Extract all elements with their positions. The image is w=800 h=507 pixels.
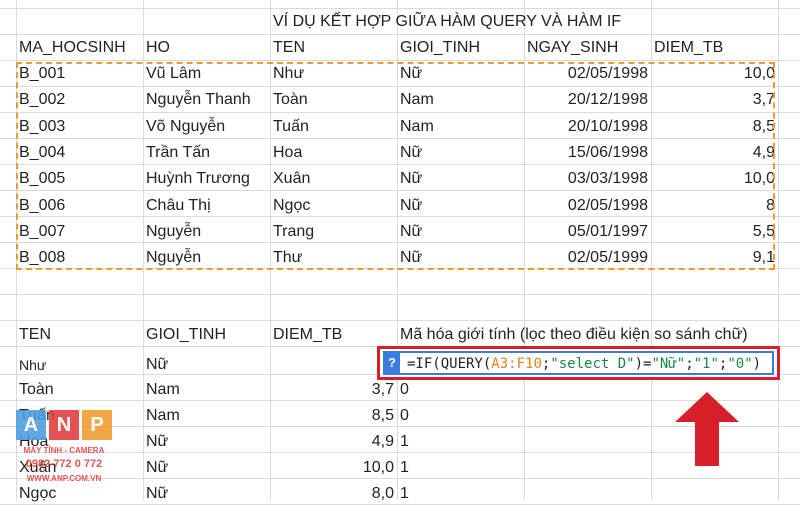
data-cell[interactable]: 15/06/1998 bbox=[524, 140, 651, 166]
data-cell[interactable]: B_006 bbox=[16, 193, 143, 219]
second-data-cell[interactable]: 3,7 bbox=[270, 377, 397, 403]
data-cell[interactable]: Nguyễn bbox=[143, 245, 270, 271]
second-data-cell[interactable]: Nữ bbox=[143, 481, 270, 507]
data-cell[interactable]: Nữ bbox=[397, 219, 524, 245]
header-cell[interactable]: GIOI_TINH bbox=[397, 35, 524, 61]
second-data-cell[interactable]: Như bbox=[16, 352, 143, 378]
header-cell[interactable]: DIEM_TB bbox=[651, 35, 778, 61]
second-data-cell[interactable]: 4,9 bbox=[270, 429, 397, 455]
second-data-cell[interactable]: Nữ bbox=[143, 429, 270, 455]
data-cell[interactable]: 5,5 bbox=[651, 219, 778, 245]
logo-letter-n: N bbox=[49, 410, 79, 440]
data-cell[interactable]: B_008 bbox=[16, 245, 143, 271]
data-cell[interactable]: Xuân bbox=[270, 166, 397, 192]
header-cell[interactable]: NGAY_SINH bbox=[524, 35, 651, 61]
data-cell[interactable]: Nữ bbox=[397, 166, 524, 192]
second-data-cell[interactable]: 8,0 bbox=[270, 481, 397, 507]
data-cell[interactable]: Châu Thị bbox=[143, 193, 270, 219]
second-header-cell[interactable]: DIEM_TB bbox=[270, 322, 397, 348]
data-cell[interactable]: Tuấn bbox=[270, 114, 397, 140]
data-cell[interactable]: Thư bbox=[270, 245, 397, 271]
sheet-title[interactable]: VÍ DỤ KẾT HỢP GIỮA HÀM QUERY VÀ HÀM IF bbox=[270, 9, 651, 35]
data-cell[interactable]: Như bbox=[270, 61, 397, 87]
data-cell[interactable]: Nam bbox=[397, 114, 524, 140]
formula-text[interactable]: =IF(QUERY(A3:F10;"select D")="Nữ";"1";"0… bbox=[407, 353, 761, 375]
data-cell[interactable]: 03/03/1998 bbox=[524, 166, 651, 192]
data-cell[interactable]: Nữ bbox=[397, 193, 524, 219]
second-data-cell[interactable]: 0 bbox=[397, 403, 524, 429]
data-cell[interactable]: Nguyễn Thanh bbox=[143, 87, 270, 113]
second-data-cell[interactable]: 10,0 bbox=[270, 455, 397, 481]
logo-tagline: MÁY TÍNH - CAMERA bbox=[23, 446, 105, 455]
data-cell[interactable]: 9,1 bbox=[651, 245, 778, 271]
data-cell[interactable]: Nữ bbox=[397, 245, 524, 271]
data-cell[interactable]: Nữ bbox=[397, 140, 524, 166]
data-cell[interactable]: 10,0 bbox=[651, 61, 778, 87]
second-header-cell[interactable]: TEN bbox=[16, 322, 143, 348]
data-cell[interactable]: B_004 bbox=[16, 140, 143, 166]
data-cell[interactable]: B_002 bbox=[16, 87, 143, 113]
second-data-cell[interactable]: 1 bbox=[397, 455, 524, 481]
grid-row-line bbox=[0, 294, 800, 295]
header-cell[interactable]: TEN bbox=[270, 35, 397, 61]
logo-letter-p: P bbox=[82, 410, 112, 440]
data-cell[interactable]: 10,0 bbox=[651, 166, 778, 192]
data-cell[interactable]: 8 bbox=[651, 193, 778, 219]
data-cell[interactable]: Hoa bbox=[270, 140, 397, 166]
data-cell[interactable]: 8,5 bbox=[651, 114, 778, 140]
second-data-cell[interactable]: Nam bbox=[143, 403, 270, 429]
anp-logo: A N P MÁY TÍNH - CAMERA 0982 772 0 772 W… bbox=[16, 410, 112, 490]
header-cell[interactable]: HO bbox=[143, 35, 270, 61]
logo-phone: 0982 772 0 772 bbox=[25, 458, 103, 470]
second-header-cell[interactable]: GIOI_TINH bbox=[143, 322, 270, 348]
data-cell[interactable]: 20/12/1998 bbox=[524, 87, 651, 113]
data-cell[interactable]: Trần Tấn bbox=[143, 140, 270, 166]
data-cell[interactable]: B_003 bbox=[16, 114, 143, 140]
data-cell[interactable]: 20/10/1998 bbox=[524, 114, 651, 140]
second-data-cell[interactable]: Nữ bbox=[143, 455, 270, 481]
second-data-cell[interactable]: Nữ bbox=[143, 352, 270, 378]
data-cell[interactable]: 02/05/1999 bbox=[524, 245, 651, 271]
formula-help-icon[interactable]: ? bbox=[384, 352, 400, 374]
grid-column-line bbox=[778, 0, 779, 500]
data-cell[interactable]: Nguyễn bbox=[143, 219, 270, 245]
data-cell[interactable]: 3,7 bbox=[651, 87, 778, 113]
data-cell[interactable]: B_007 bbox=[16, 219, 143, 245]
second-data-cell[interactable]: Nam bbox=[143, 377, 270, 403]
data-cell[interactable]: B_001 bbox=[16, 61, 143, 87]
data-cell[interactable]: B_005 bbox=[16, 166, 143, 192]
second-header-cell[interactable]: Mã hóa giới tính (lọc theo điều kiện so … bbox=[397, 322, 778, 348]
data-cell[interactable]: Trang bbox=[270, 219, 397, 245]
data-cell[interactable]: Nam bbox=[397, 87, 524, 113]
data-cell[interactable]: Võ Nguyễn bbox=[143, 114, 270, 140]
second-data-cell[interactable]: 8,5 bbox=[270, 403, 397, 429]
logo-website: WWW.ANP.COM.VN bbox=[26, 474, 102, 483]
up-arrow-icon bbox=[675, 392, 739, 466]
data-cell[interactable]: Huỳnh Trương bbox=[143, 166, 270, 192]
second-data-cell[interactable]: 1 bbox=[397, 481, 524, 507]
data-cell[interactable]: 02/05/1998 bbox=[524, 61, 651, 87]
data-cell[interactable]: 4,9 bbox=[651, 140, 778, 166]
grid-row-line bbox=[0, 320, 800, 321]
data-cell[interactable]: 05/01/1997 bbox=[524, 219, 651, 245]
data-cell[interactable]: Ngọc bbox=[270, 193, 397, 219]
data-cell[interactable]: 02/05/1998 bbox=[524, 193, 651, 219]
data-cell[interactable]: Vũ Lâm bbox=[143, 61, 270, 87]
formula-highlight-box: ? =IF(QUERY(A3:F10;"select D")="Nữ";"1";… bbox=[377, 346, 780, 380]
logo-letter-a: A bbox=[16, 410, 46, 440]
header-cell[interactable]: MA_HOCSINH bbox=[16, 35, 143, 61]
data-cell[interactable]: Toàn bbox=[270, 87, 397, 113]
second-data-cell[interactable]: 1 bbox=[397, 429, 524, 455]
formula-cell-editor[interactable]: ? =IF(QUERY(A3:F10;"select D")="Nữ";"1";… bbox=[383, 351, 774, 375]
second-data-cell[interactable]: 0 bbox=[397, 377, 524, 403]
second-data-cell[interactable]: Toàn bbox=[16, 377, 143, 403]
data-cell[interactable]: Nữ bbox=[397, 61, 524, 87]
